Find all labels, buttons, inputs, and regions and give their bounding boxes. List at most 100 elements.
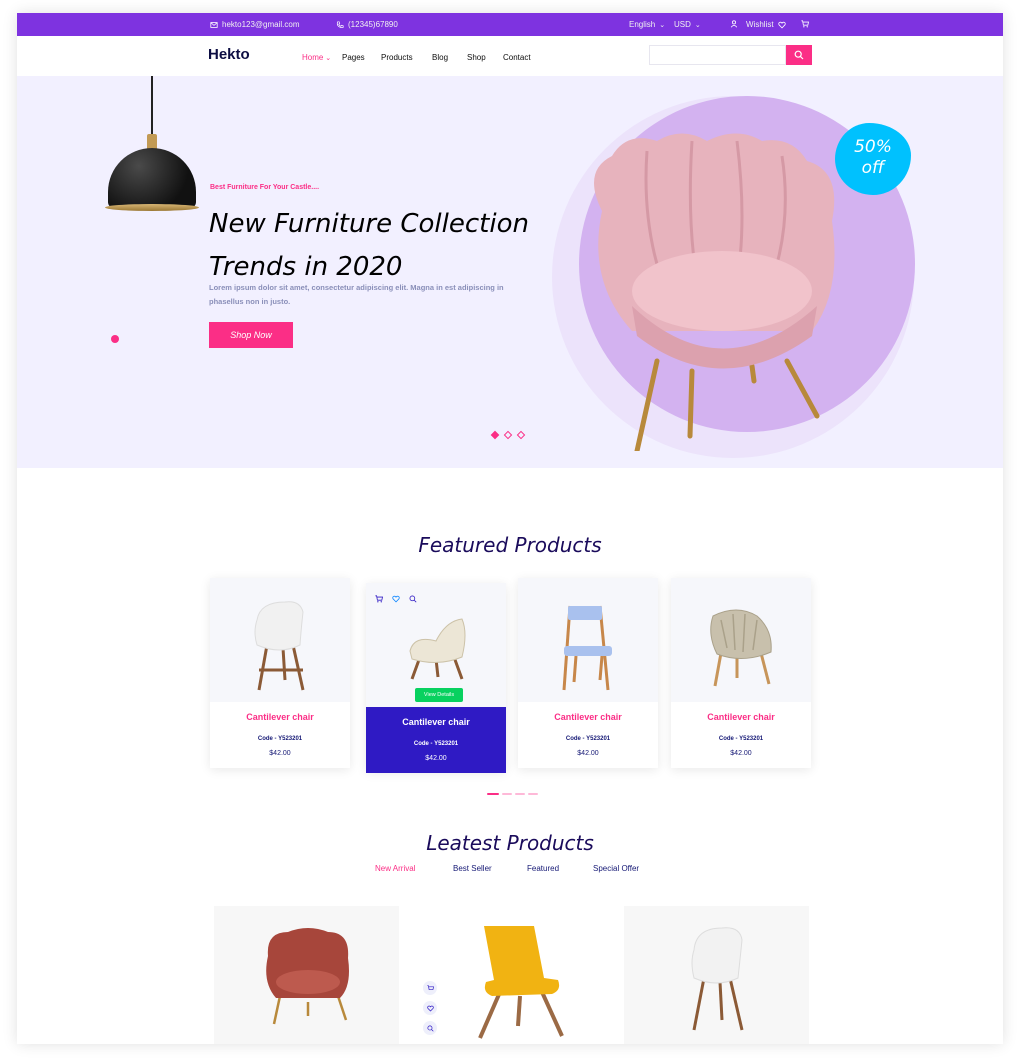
hero-banner: Best Furniture For Your Castle.... New F… — [17, 76, 1003, 468]
white-chair-image — [254, 601, 305, 691]
cart-icon — [426, 984, 434, 990]
card-actions — [375, 595, 417, 603]
email-text: hekto123@gmail.com — [222, 20, 300, 29]
white-chair-image — [691, 927, 744, 1031]
product-image-area — [518, 578, 658, 702]
yellow-chair-image — [478, 926, 564, 1039]
user-icon — [730, 20, 738, 28]
cart-button[interactable] — [801, 20, 809, 28]
product-name[interactable]: Cantilever chair — [366, 717, 506, 727]
featured-pager-bar[interactable] — [528, 793, 538, 795]
lounge-chair-image — [710, 609, 772, 687]
product-price: $42.00 — [577, 750, 599, 757]
cart-icon — [801, 20, 809, 28]
heart-icon[interactable] — [392, 595, 400, 603]
heart-icon — [426, 1005, 434, 1012]
cart-icon[interactable] — [375, 595, 383, 603]
product-name[interactable]: Cantilever chair — [671, 712, 811, 722]
wishlist-label: Wishlist — [746, 20, 774, 29]
pendant-lamp-image — [108, 148, 196, 208]
product-name[interactable]: Cantilever chair — [210, 712, 350, 722]
blue-chair-image — [562, 605, 612, 691]
featured-title: Featured Products — [418, 533, 602, 557]
discount-badge: 50% off — [835, 123, 911, 195]
tab-new-arrival[interactable]: New Arrival — [375, 864, 415, 873]
lamp-rim — [105, 204, 199, 211]
nav-products[interactable]: Products — [381, 53, 413, 62]
featured-product-card[interactable]: Cantilever chair Code - Y523201 $42.00 — [671, 578, 811, 768]
featured-product-card[interactable]: Cantilever chair Code - Y523201 $42.00 — [210, 578, 350, 768]
product-code: Code - Y523201 — [718, 736, 764, 742]
hero-decor-dot — [111, 335, 119, 343]
zoom-action[interactable] — [423, 1021, 437, 1035]
featured-pager-bar[interactable] — [515, 793, 525, 795]
wishlist-link[interactable]: Wishlist — [746, 20, 786, 29]
mail-icon — [210, 21, 218, 28]
view-details-button[interactable]: View Details — [415, 688, 463, 702]
latest-product-card[interactable] — [214, 906, 399, 1044]
chevron-down-icon: ⌄ — [694, 21, 701, 29]
phone-contact[interactable]: (12345)67890 — [336, 20, 398, 29]
nav-blog[interactable]: Blog — [432, 53, 448, 62]
hero-description: Lorem ipsum dolor sit amet, consectetur … — [209, 283, 504, 306]
chevron-down-icon: ⌄ — [659, 21, 666, 29]
chevron-down-icon: ⌄ — [323, 55, 332, 62]
search-icon — [794, 50, 804, 60]
featured-pager — [487, 793, 538, 795]
product-name[interactable]: Cantilever chair — [518, 712, 658, 722]
nav-home[interactable]: Home ⌄ — [302, 53, 331, 62]
latest-product-card[interactable] — [624, 906, 809, 1044]
phone-text: (12345)67890 — [348, 20, 398, 29]
nav-pages[interactable]: Pages — [342, 53, 365, 62]
hero-title-line1: New Furniture Collection — [209, 209, 529, 239]
tab-featured[interactable]: Featured — [527, 864, 559, 873]
top-bar: hekto123@gmail.com (12345)67890 English … — [17, 13, 1003, 36]
nav-shop[interactable]: Shop — [467, 53, 486, 62]
shell-chair-image — [409, 618, 466, 680]
shop-now-button[interactable]: Shop Now — [209, 322, 293, 348]
zoom-icon[interactable] — [409, 595, 417, 603]
language-select[interactable]: English ⌄ — [629, 20, 665, 29]
currency-label: USD — [674, 20, 691, 29]
latest-card-actions — [423, 981, 437, 1035]
product-image-area — [671, 578, 811, 702]
login-link[interactable] — [730, 20, 738, 28]
product-code: Code - Y523201 — [257, 736, 303, 742]
hero-pager-dot[interactable] — [516, 430, 526, 440]
featured-pager-bar[interactable] — [487, 793, 499, 795]
featured-pager-bar[interactable] — [502, 793, 512, 795]
featured-product-card[interactable]: Cantilever chair Code - Y523201 $42.00 — [518, 578, 658, 768]
site-logo[interactable]: Hekto — [208, 46, 250, 63]
page-frame: hekto123@gmail.com (12345)67890 English … — [17, 13, 1003, 1044]
email-contact[interactable]: hekto123@gmail.com — [210, 20, 300, 29]
nav-home-label: Home — [302, 53, 324, 62]
discount-off: off — [861, 158, 885, 178]
tab-special-offer[interactable]: Special Offer — [593, 864, 639, 873]
featured-product-card-active[interactable]: View Details Cantilever chair Code - Y52… — [366, 583, 506, 773]
heart-icon — [777, 21, 786, 28]
language-label: English — [629, 20, 656, 29]
latest-title: Leatest Products — [426, 831, 594, 855]
rust-armchair-image — [266, 928, 349, 1025]
hero-pager — [490, 430, 526, 440]
hero-title: New Furniture Collection Trends in 2020 — [209, 203, 549, 289]
phone-icon — [336, 20, 344, 28]
product-image-area — [210, 578, 350, 702]
search-button[interactable] — [786, 45, 812, 65]
product-price: $42.00 — [730, 750, 752, 757]
product-code: Code - Y523201 — [565, 736, 611, 742]
hero-pager-dot[interactable] — [503, 430, 513, 440]
search-input[interactable] — [649, 45, 786, 65]
tab-best-seller[interactable]: Best Seller — [453, 864, 492, 873]
nav-contact[interactable]: Contact — [503, 53, 531, 62]
main-nav: Hekto Home ⌄ Pages Products Blog Shop Co… — [17, 36, 1003, 76]
lamp-cord — [151, 76, 153, 136]
wishlist-action[interactable] — [423, 1001, 437, 1015]
hero-pager-dot[interactable] — [490, 430, 500, 440]
product-code: Code - Y523201 — [413, 741, 459, 747]
product-price: $42.00 — [425, 755, 447, 762]
hero-kicker: Best Furniture For Your Castle.... — [210, 184, 320, 191]
product-image-area: View Details — [366, 583, 506, 707]
currency-select[interactable]: USD ⌄ — [674, 20, 701, 29]
cart-action[interactable] — [423, 981, 437, 995]
